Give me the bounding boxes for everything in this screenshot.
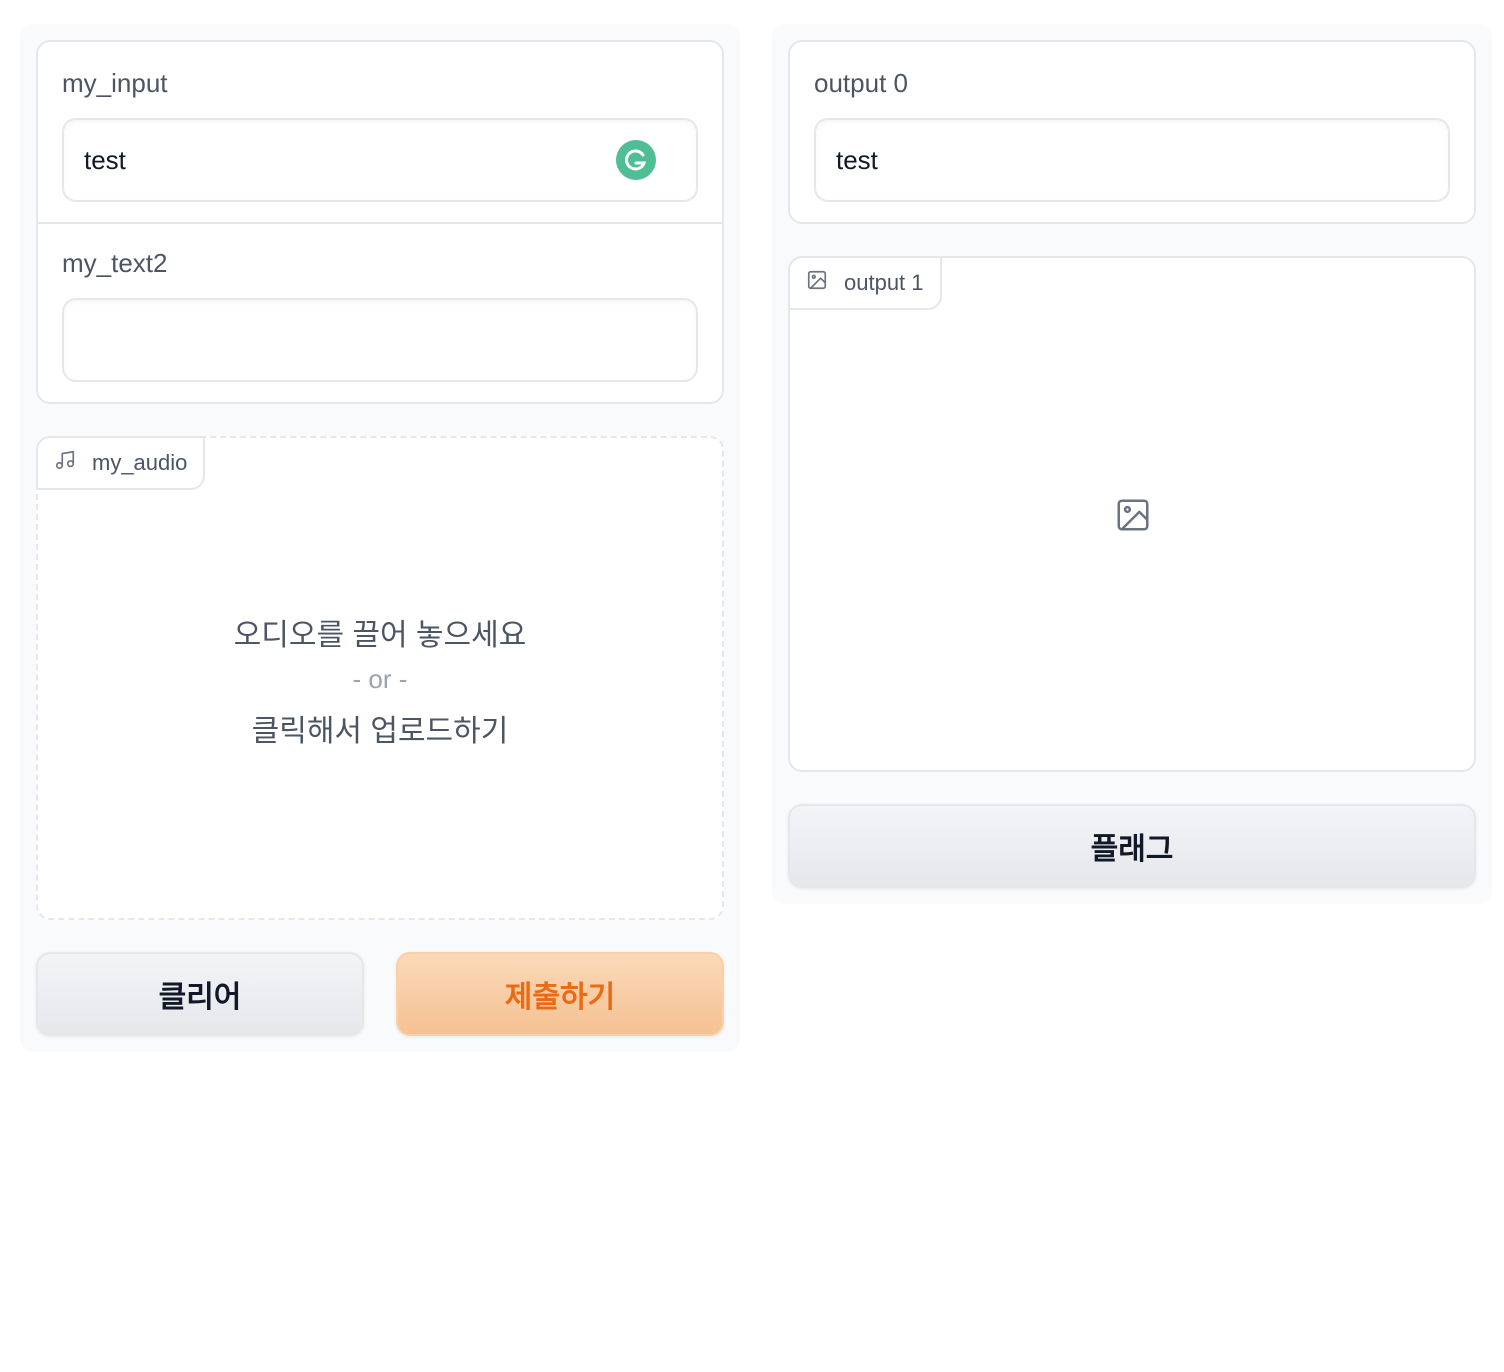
audio-upload-dropzone[interactable]: my_audio 오디오를 끌어 놓으세요 - or - 클릭해서 업로드하기 (36, 436, 724, 920)
output0-card: output 0 test (788, 40, 1476, 224)
submit-button[interactable]: 제출하기 (396, 952, 724, 1036)
input-panel: my_input test my_text2 my_audio 오디오를 끌어 … (20, 24, 740, 1052)
my-input-textbox[interactable]: test (62, 118, 698, 202)
text-inputs-card: my_input test my_text2 (36, 40, 724, 404)
music-note-icon (54, 449, 76, 477)
output0-value: test (836, 144, 878, 175)
grammarly-icon[interactable] (616, 140, 656, 180)
output0-label: output 0 (814, 68, 908, 98)
clear-button[interactable]: 클리어 (36, 952, 364, 1036)
my-text2-textbox[interactable] (62, 298, 698, 382)
output0-textbox[interactable]: test (814, 118, 1450, 202)
flag-button[interactable]: 플래그 (788, 804, 1476, 888)
audio-or-text: - or - (352, 664, 408, 694)
audio-label-tab: my_audio (36, 436, 206, 490)
audio-click-text: 클릭해서 업로드하기 (251, 715, 509, 748)
card-divider (38, 222, 722, 224)
my-input-value: test (84, 144, 126, 175)
my-text2-label: my_text2 (62, 248, 168, 278)
audio-drop-text: 오디오를 끌어 놓으세요 (233, 619, 527, 652)
output1-label: output 1 (844, 270, 924, 295)
audio-label: my_audio (92, 450, 188, 475)
image-icon (806, 269, 828, 297)
image-placeholder-icon (1114, 496, 1152, 539)
my-input-label: my_input (62, 68, 168, 98)
output-panel: output 0 test output 1 플래그 (772, 24, 1492, 904)
output1-image-card: output 1 (788, 256, 1476, 772)
output1-label-tab: output 1 (788, 256, 942, 310)
